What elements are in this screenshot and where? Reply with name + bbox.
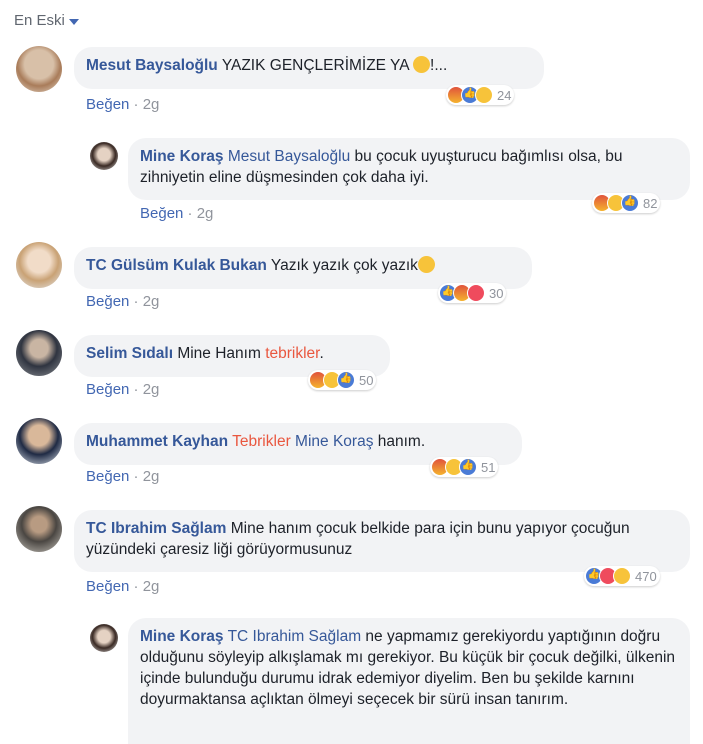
sort-dropdown[interactable]: En Eski <box>14 12 79 29</box>
comment-actions: Beğen · 2g <box>140 205 213 222</box>
like-button[interactable]: Beğen <box>140 205 183 222</box>
avatar[interactable] <box>90 142 118 170</box>
comment-actions: Beğen · 2g <box>86 96 159 113</box>
comment-text: Yazık yazık çok yazık <box>270 257 418 274</box>
separator: · <box>133 293 139 310</box>
comment-bubble: Mesut Baysaloğlu YAZIK GENÇLERİMİZE YA !… <box>74 47 544 89</box>
reaction-count: 82 <box>643 195 658 211</box>
love-reaction-icon <box>467 284 485 302</box>
timestamp[interactable]: 2g <box>197 205 214 222</box>
like-button[interactable]: Beğen <box>86 96 129 113</box>
comment-author[interactable]: Selim Sıdalı <box>86 345 173 362</box>
comment-bubble: TC Ibrahim Sağlam Mine hanım çocuk belki… <box>74 510 690 572</box>
reaction-summary[interactable]: 👍 50 <box>308 370 377 390</box>
caret-down-icon <box>68 18 79 25</box>
like-button[interactable]: Beğen <box>86 381 129 398</box>
reaction-count: 470 <box>635 568 657 584</box>
sad-reaction-icon <box>475 86 493 104</box>
timestamp[interactable]: 2g <box>143 96 160 113</box>
reaction-count: 50 <box>359 372 374 388</box>
like-button[interactable]: Beğen <box>86 578 129 595</box>
reaction-summary[interactable]: 👍 82 <box>592 193 661 213</box>
comment-actions: Beğen · 2g <box>86 468 159 485</box>
reaction-summary[interactable]: 👍 30 <box>438 283 507 303</box>
reaction-count: 30 <box>489 285 504 301</box>
avatar[interactable] <box>16 242 62 288</box>
sad-reaction-icon <box>613 567 631 585</box>
comment-bubble: Mine Koraş TC Ibrahim Sağlam ne yapmamız… <box>128 618 690 744</box>
comment-highlight[interactable]: Tebrikler <box>232 433 291 450</box>
reaction-summary[interactable]: 👍 51 <box>430 457 499 477</box>
timestamp[interactable]: 2g <box>143 293 160 310</box>
separator: · <box>187 205 193 222</box>
comment-text: hanım. <box>373 433 426 450</box>
comment-author[interactable]: Mesut Baysaloğlu <box>86 57 218 74</box>
avatar[interactable] <box>16 46 62 92</box>
comment-mention[interactable]: TC Ibrahim Sağlam <box>228 628 362 645</box>
comment-mention[interactable]: Mesut Baysaloğlu <box>228 148 350 165</box>
comment-bubble: Mine Koraş Mesut Baysaloğlu bu çocuk uyu… <box>128 138 690 200</box>
reaction-count: 51 <box>481 459 496 475</box>
comment-author[interactable]: TC Ibrahim Sağlam <box>86 520 226 537</box>
comment-author[interactable]: Mine Koraş <box>140 628 224 645</box>
timestamp[interactable]: 2g <box>143 578 160 595</box>
reaction-summary[interactable]: 👍 24 <box>446 85 515 105</box>
like-reaction-icon: 👍 <box>621 194 639 212</box>
smile-emoji-icon <box>413 56 431 73</box>
reaction-count: 24 <box>497 87 512 103</box>
comment-text: Mine Hanım <box>177 345 266 362</box>
comment-mention[interactable]: Mine Koraş <box>295 433 373 450</box>
comment-actions: Beğen · 2g <box>86 578 159 595</box>
sad-emoji-icon <box>417 256 435 273</box>
comment-author[interactable]: Mine Koraş <box>140 148 224 165</box>
reaction-summary[interactable]: 👍 470 <box>584 566 660 586</box>
like-button[interactable]: Beğen <box>86 468 129 485</box>
separator: · <box>133 96 139 113</box>
separator: · <box>133 468 139 485</box>
sort-label: En Eski <box>14 12 65 29</box>
comment-highlight[interactable]: tebrikler <box>265 345 319 362</box>
separator: · <box>133 381 139 398</box>
avatar[interactable] <box>90 624 118 652</box>
comment-actions: Beğen · 2g <box>86 293 159 310</box>
like-reaction-icon: 👍 <box>337 371 355 389</box>
comment-text: YAZIK GENÇLERİMİZE YA <box>221 57 409 74</box>
comment-author[interactable]: Muhammet Kayhan <box>86 433 228 450</box>
avatar[interactable] <box>16 418 62 464</box>
separator: · <box>133 578 139 595</box>
avatar[interactable] <box>16 506 62 552</box>
timestamp[interactable]: 2g <box>143 381 160 398</box>
comment-text-tail: !... <box>430 57 448 74</box>
like-button[interactable]: Beğen <box>86 293 129 310</box>
timestamp[interactable]: 2g <box>143 468 160 485</box>
avatar[interactable] <box>16 330 62 376</box>
comment-actions: Beğen · 2g <box>86 381 159 398</box>
like-reaction-icon: 👍 <box>459 458 477 476</box>
comment-author[interactable]: TC Gülsüm Kulak Bukan <box>86 257 267 274</box>
comment-text-tail: . <box>319 345 324 362</box>
